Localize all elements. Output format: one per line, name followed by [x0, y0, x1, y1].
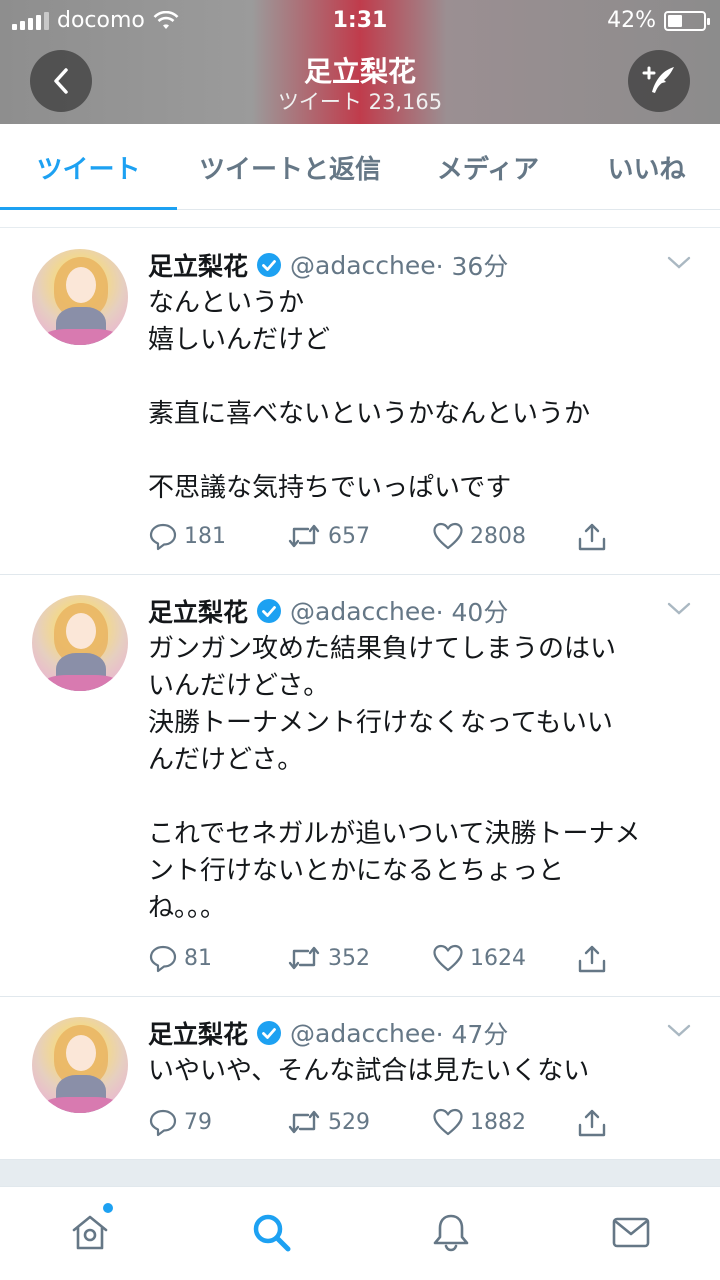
reply-icon	[149, 523, 177, 551]
tab-tweets[interactable]: ツイート	[0, 124, 177, 211]
nav-search[interactable]	[246, 1207, 296, 1257]
reply-button[interactable]: 81	[148, 943, 212, 973]
tweet-card[interactable]: 足立梨花 @adacchee · 36分 なんというか 嬉しいんだけど 素直に喜…	[0, 229, 720, 575]
reply-icon	[149, 945, 177, 973]
new-content-dot	[103, 1203, 113, 1213]
reply-button[interactable]: 181	[148, 521, 226, 551]
like-count: 1882	[470, 1109, 526, 1135]
tweet-author-name: 足立梨花	[148, 598, 249, 627]
tweet-count: ツイート 23,165	[277, 90, 443, 114]
battery-percent: 42%	[607, 8, 656, 33]
separator	[0, 210, 720, 228]
share-icon	[578, 1109, 606, 1137]
reply-count: 181	[184, 523, 226, 549]
tweet-timestamp: · 36分	[435, 252, 509, 281]
share-icon	[578, 945, 606, 973]
retweet-count: 352	[328, 945, 370, 971]
share-icon	[578, 523, 606, 551]
tab-likes[interactable]: いいね	[573, 124, 720, 210]
tab-tweets-and-replies[interactable]: ツイートと返信	[177, 124, 403, 210]
retweet-button[interactable]: 352	[286, 943, 370, 973]
share-button[interactable]	[576, 1107, 608, 1139]
bottom-tab-bar	[0, 1186, 720, 1280]
tab-media[interactable]: メディア	[403, 124, 573, 210]
status-bar: docomo 1:31 42%	[0, 0, 720, 40]
battery-icon	[664, 10, 710, 31]
avatar[interactable]	[32, 1017, 128, 1113]
like-button[interactable]: 1624	[432, 943, 526, 973]
tweet-card[interactable]: 足立梨花 @adacchee · 40分 ガンガン攻めた結果負けてしまうのはい …	[0, 575, 720, 997]
like-count: 2808	[470, 523, 526, 549]
nav-notifications[interactable]	[426, 1207, 476, 1257]
heart-icon	[433, 1108, 463, 1136]
retweet-icon	[288, 524, 320, 548]
retweet-icon	[288, 1110, 320, 1134]
chevron-down-icon[interactable]	[666, 255, 692, 271]
timeline-end-divider	[0, 1160, 720, 1186]
reply-button[interactable]: 79	[148, 1107, 212, 1137]
tweet-text: なんというか 嬉しいんだけど 素直に喜べないというかなんというか 不思議な気持ち…	[148, 288, 591, 503]
tweet-timestamp: · 47分	[435, 1020, 509, 1049]
retweet-count: 657	[328, 523, 370, 549]
profile-tabs: ツイート ツイートと返信 メディア いいね	[0, 124, 720, 211]
nav-home[interactable]	[65, 1203, 115, 1257]
verified-badge-icon	[257, 599, 282, 623]
tweet-author-handle: @adacchee	[290, 250, 436, 280]
tweet-author-handle: @adacchee	[290, 1018, 436, 1048]
avatar[interactable]	[32, 249, 128, 345]
tweet-actions: 181 657 2808	[148, 521, 628, 561]
like-button[interactable]: 2808	[432, 521, 526, 551]
tweet-author-handle: @adacchee	[290, 596, 436, 626]
tweet-text: いやいや、そんな試合は見たいくない	[148, 1056, 590, 1086]
reply-icon	[149, 1109, 177, 1137]
compose-tweet-button[interactable]	[628, 50, 690, 112]
chevron-down-icon[interactable]	[666, 1023, 692, 1039]
like-button[interactable]: 1882	[432, 1107, 526, 1137]
tweet-card[interactable]: 足立梨花 @adacchee · 47分 いやいや、そんな試合は見たいくない 7…	[0, 997, 720, 1160]
reply-count: 79	[184, 1109, 212, 1135]
home-icon	[72, 1215, 108, 1250]
tweet-timestamp: · 40分	[435, 598, 509, 627]
verified-badge-icon	[257, 253, 282, 277]
retweet-button[interactable]: 529	[286, 1107, 370, 1137]
chevron-down-icon[interactable]	[666, 601, 692, 617]
tweet-actions: 81 352 1624	[148, 943, 628, 983]
profile-name: 足立梨花	[303, 55, 416, 88]
share-button[interactable]	[576, 521, 608, 553]
heart-icon	[433, 522, 463, 550]
profile-header: docomo 1:31 42% 足立梨花 ツイート 23,165	[0, 0, 720, 124]
search-icon	[253, 1214, 291, 1252]
tweet-author-name: 足立梨花	[148, 252, 249, 281]
tweet-author-name: 足立梨花	[148, 1020, 249, 1049]
retweet-icon	[288, 946, 320, 970]
nav-messages[interactable]	[606, 1207, 656, 1257]
messages-icon	[612, 1217, 650, 1248]
verified-badge-icon	[257, 1021, 282, 1045]
compose-feather-icon	[642, 66, 674, 93]
retweet-button[interactable]: 657	[286, 521, 370, 551]
reply-count: 81	[184, 945, 212, 971]
tweet-actions: 79 529 1882	[148, 1107, 628, 1147]
avatar[interactable]	[32, 595, 128, 691]
tweet-text: ガンガン攻めた結果負けてしまうのはい いんだけどさ。 決勝トーナメント行けなくな…	[148, 634, 641, 923]
share-button[interactable]	[576, 943, 608, 975]
like-count: 1624	[470, 945, 526, 971]
heart-icon	[433, 944, 463, 972]
retweet-count: 529	[328, 1109, 370, 1135]
notifications-icon	[433, 1214, 469, 1252]
